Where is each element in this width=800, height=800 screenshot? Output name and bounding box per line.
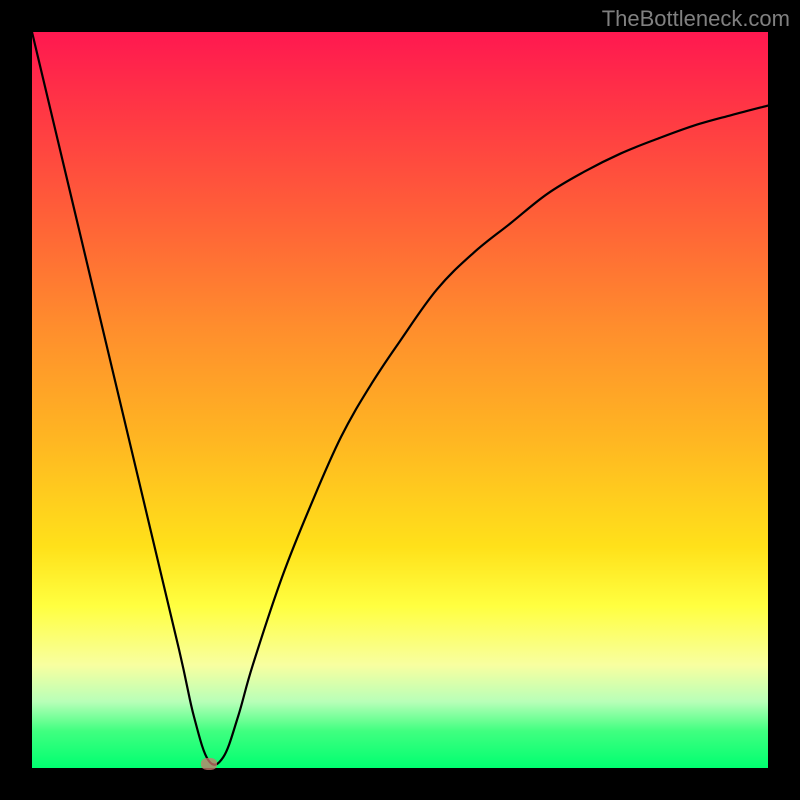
plot-area [32,32,768,768]
chart-frame: TheBottleneck.com [0,0,800,800]
bottleneck-curve [32,32,768,768]
minimum-marker [201,758,217,770]
attribution-text: TheBottleneck.com [602,6,790,32]
